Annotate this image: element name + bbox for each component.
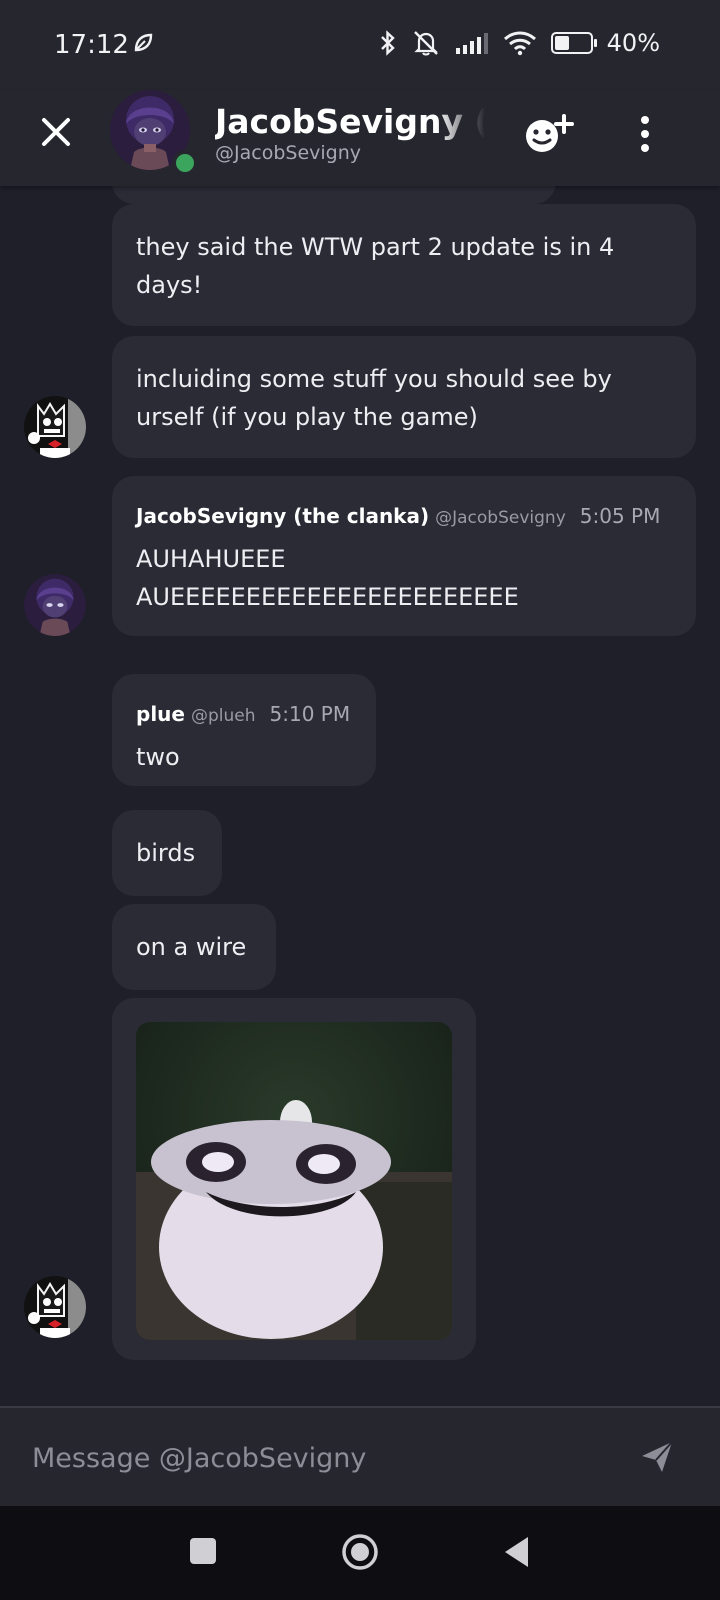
message-bubble-partial[interactable] (112, 186, 556, 204)
image-attachment-bubble[interactable] (112, 998, 476, 1360)
plue-avatar[interactable] (24, 1276, 86, 1338)
avatar-image (24, 574, 86, 636)
more-options-icon[interactable] (630, 112, 660, 156)
message-meta: JacobSevigny (the clanka) @JacobSevigny 5:… (136, 502, 672, 532)
online-status-indicator (172, 150, 198, 176)
message-bubble[interactable]: they said the WTW part 2 update is in 4 … (112, 204, 696, 326)
message-list[interactable]: they said the WTW part 2 update is in 4 … (0, 186, 720, 1406)
avatar-image (24, 1276, 86, 1338)
message-text: on a wire (136, 933, 247, 961)
message-author[interactable]: JacobSevigny (the clanka) (136, 504, 429, 528)
status-time: 17:12 (54, 30, 129, 60)
message-author-handle: @JacobSevigny (435, 508, 566, 528)
add-reaction-icon[interactable] (524, 112, 578, 156)
battery-icon (550, 32, 597, 54)
message-text: incluiding some stuff you should see by … (136, 365, 612, 431)
status-bar: 17:12 40% (0, 0, 720, 90)
message-bubble[interactable]: on a wire (112, 904, 276, 990)
send-icon[interactable] (640, 1440, 674, 1474)
avatar-image (24, 396, 86, 458)
dm-user-handle: @JacobSevigny (215, 142, 361, 164)
message-author[interactable]: plue (136, 702, 185, 726)
message-text: two (136, 743, 180, 771)
message-group[interactable]: plue @plueh 5:10 PM two (112, 674, 376, 786)
message-text: birds (136, 839, 196, 867)
message-text: they said the WTW part 2 update is in 4 … (136, 233, 615, 299)
dm-user-name[interactable]: JacobSevigny (the clanka) (215, 102, 485, 141)
wifi-icon (503, 31, 536, 56)
message-group[interactable]: JacobSevigny (the clanka) @JacobSevigny 5:… (112, 476, 696, 636)
bluetooth-icon (380, 30, 395, 56)
system-nav-bar (0, 1506, 720, 1600)
bird-image (136, 1022, 452, 1340)
message-timestamp: 5:10 PM (269, 702, 351, 726)
plue-avatar[interactable] (24, 396, 86, 458)
message-composer (0, 1406, 720, 1508)
dm-header: JacobSevigny (the clanka) @JacobSevigny (0, 90, 720, 186)
leaf-icon (134, 33, 153, 52)
attached-image[interactable] (136, 1022, 452, 1340)
bell-off-icon (413, 31, 438, 56)
message-timestamp: 5:05 PM (579, 504, 661, 528)
message-input[interactable] (30, 1430, 614, 1486)
cell-signal-icon (455, 33, 488, 54)
user-avatar[interactable] (110, 90, 198, 176)
message-text: AUHAHUEEE AUEEEEEEEEEEEEEEEEEEEEEEE (136, 545, 519, 611)
battery-percent: 40% (606, 29, 660, 57)
message-bubble[interactable]: incluiding some stuff you should see by … (112, 336, 696, 458)
home-icon[interactable] (340, 1532, 380, 1572)
back-icon[interactable] (502, 1534, 532, 1570)
jacob-avatar[interactable] (24, 574, 86, 636)
message-meta: plue @plueh 5:10 PM (136, 700, 352, 730)
recents-icon[interactable] (188, 1536, 218, 1566)
close-icon[interactable] (36, 112, 76, 152)
message-bubble[interactable]: birds (112, 810, 222, 896)
message-author-handle: @plueh (190, 706, 256, 726)
